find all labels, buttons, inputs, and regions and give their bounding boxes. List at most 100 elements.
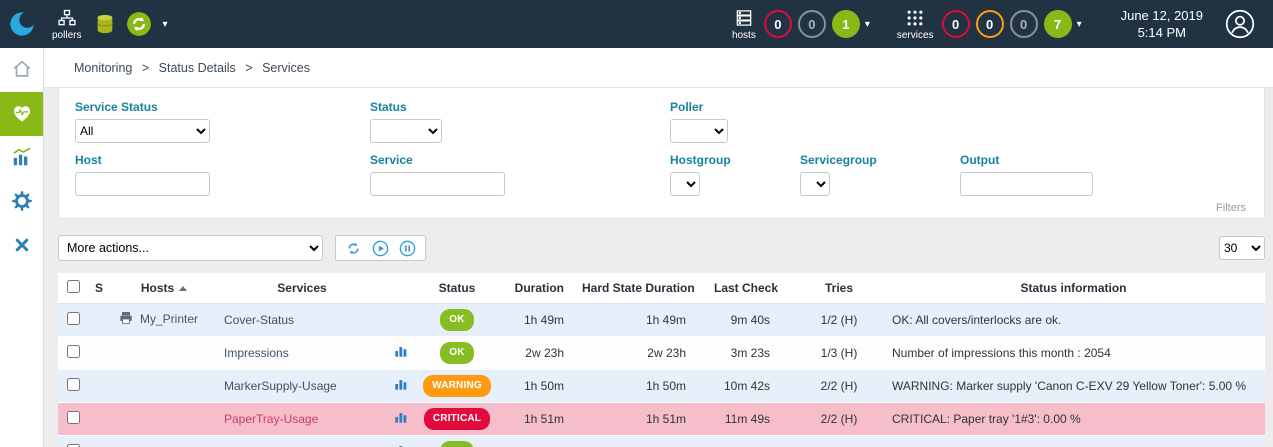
counter-badge-gray[interactable]: 0 — [1010, 10, 1038, 38]
hosts-menu[interactable]: hosts — [732, 8, 756, 41]
duration-cell: 1h 49m — [498, 304, 576, 337]
header-last-check[interactable]: Last Check — [708, 273, 796, 304]
service-status-label: Service Status — [75, 100, 370, 114]
header-graph — [386, 273, 416, 304]
services-chevron-down-icon[interactable]: ▾ — [1077, 19, 1082, 30]
refresh-icon[interactable] — [345, 240, 362, 257]
row-checkbox[interactable] — [67, 312, 80, 325]
table-row: MarkerSupply-UsageWARNING1h 50m1h 50m10m… — [58, 370, 1265, 403]
pollers-menu[interactable]: pollers — [52, 8, 81, 41]
counter-badge-green[interactable]: 7 — [1044, 10, 1072, 38]
main-content: Monitoring > Status Details > Services S… — [44, 48, 1273, 447]
breadcrumb-monitoring[interactable]: Monitoring — [74, 61, 132, 75]
hard-state-duration-cell: 1h 50m — [576, 370, 708, 403]
sidebar-item-configuration[interactable] — [0, 180, 43, 224]
breadcrumb-separator: > — [245, 61, 252, 75]
service-link[interactable]: PaperTray-Usage — [224, 412, 318, 426]
status-select[interactable] — [370, 119, 442, 143]
row-checkbox-cell — [58, 403, 88, 436]
services-table: S Hosts Services Status Duration Hard St… — [58, 273, 1265, 447]
service-link[interactable]: Cover-Status — [224, 313, 294, 327]
hosts-chevron-down-icon[interactable]: ▾ — [865, 19, 870, 30]
service-input[interactable] — [370, 172, 505, 196]
table-header-row: S Hosts Services Status Duration Hard St… — [58, 273, 1265, 304]
hard-state-duration-cell: 1h 49m — [576, 304, 708, 337]
pause-icon[interactable] — [399, 240, 416, 257]
sidebar-item-reporting[interactable] — [0, 136, 43, 180]
header-services[interactable]: Services — [218, 273, 386, 304]
output-input[interactable] — [960, 172, 1093, 196]
sidebar-item-administration[interactable] — [0, 224, 43, 268]
services-menu[interactable]: services — [897, 8, 934, 41]
poller-select[interactable] — [670, 119, 728, 143]
filters-caption: Filters — [75, 196, 1246, 216]
select-all-cell — [58, 273, 88, 304]
centreon-logo[interactable] — [0, 0, 44, 48]
host-link[interactable]: My_Printer — [140, 312, 198, 326]
user-profile-icon[interactable] — [1225, 9, 1255, 39]
row-s-cell — [88, 436, 110, 447]
header-hard-state-duration[interactable]: Hard State Duration — [576, 273, 708, 304]
last-check-cell: 3m 23s — [708, 337, 796, 370]
row-checkbox[interactable] — [67, 444, 80, 447]
header-tries[interactable]: Tries — [796, 273, 882, 304]
graph-icon[interactable] — [394, 347, 408, 361]
pollers-chevron-down-icon[interactable]: ▾ — [162, 19, 167, 30]
status-cell: WARNING — [416, 370, 498, 403]
select-all-checkbox[interactable] — [67, 280, 80, 293]
counter-badge-red[interactable]: 0 — [764, 10, 792, 38]
graph-icon[interactable] — [394, 380, 408, 394]
status-badge: WARNING — [423, 375, 491, 397]
host-label: Host — [75, 153, 370, 167]
poller-label: Poller — [670, 100, 728, 114]
breadcrumb-status-details[interactable]: Status Details — [159, 61, 236, 75]
database-icon[interactable] — [94, 13, 116, 35]
breadcrumb-separator: > — [142, 61, 149, 75]
row-checkbox[interactable] — [67, 411, 80, 424]
play-icon[interactable] — [372, 240, 389, 257]
row-checkbox[interactable] — [67, 345, 80, 358]
service-cell: Ping — [218, 436, 386, 447]
service-link[interactable]: MarkerSupply-Usage — [224, 379, 337, 393]
tries-cell: 2/2 (H) — [796, 403, 882, 436]
sidebar — [0, 48, 44, 447]
clock: June 12, 2019 5:14 PM — [1121, 7, 1203, 41]
row-s-cell — [88, 337, 110, 370]
sidebar-item-home[interactable] — [0, 48, 43, 92]
sidebar-item-monitoring[interactable] — [0, 92, 43, 136]
page-size-select[interactable]: 30 — [1219, 236, 1265, 260]
gear-icon — [11, 190, 33, 215]
graph-icon[interactable] — [394, 413, 408, 427]
counter-badge-red[interactable]: 0 — [942, 10, 970, 38]
refresh-controls — [335, 235, 426, 261]
graph-cell — [386, 403, 416, 436]
service-status-select[interactable]: All — [75, 119, 210, 143]
duration-cell: 2h 2m — [498, 436, 576, 447]
pollers-label: pollers — [52, 30, 81, 41]
status-cell: OK — [416, 304, 498, 337]
header-s[interactable]: S — [88, 273, 110, 304]
header-hosts[interactable]: Hosts — [110, 273, 218, 304]
export-configuration-icon[interactable] — [126, 11, 152, 37]
host-input[interactable] — [75, 172, 210, 196]
counter-badge-gray[interactable]: 0 — [798, 10, 826, 38]
service-link[interactable]: Impressions — [224, 346, 289, 360]
status-information-cell: OK - 10.40.1.202 rta 5,617mslost 0% — [882, 436, 1265, 447]
hostgroup-select[interactable] — [670, 172, 700, 196]
header-duration[interactable]: Duration — [498, 273, 576, 304]
host-cell: My_Printer — [110, 304, 218, 337]
more-actions-select[interactable]: More actions... — [58, 235, 323, 261]
header-status[interactable]: Status — [416, 273, 498, 304]
counter-badge-green[interactable]: 1 — [832, 10, 860, 38]
servicegroup-select[interactable] — [800, 172, 830, 196]
breadcrumb-services[interactable]: Services — [262, 61, 310, 75]
table-row: My_PrinterCover-StatusOK1h 49m1h 49m9m 4… — [58, 304, 1265, 337]
status-cell: OK — [416, 337, 498, 370]
host-cell — [110, 436, 218, 447]
header-status-information[interactable]: Status information — [882, 273, 1265, 304]
row-checkbox[interactable] — [67, 378, 80, 391]
table-row: PaperTray-UsageCRITICAL1h 51m1h 51m11m 4… — [58, 403, 1265, 436]
counter-badge-orange[interactable]: 0 — [976, 10, 1004, 38]
servicegroup-label: Servicegroup — [800, 153, 960, 167]
duration-cell: 2w 23h — [498, 337, 576, 370]
